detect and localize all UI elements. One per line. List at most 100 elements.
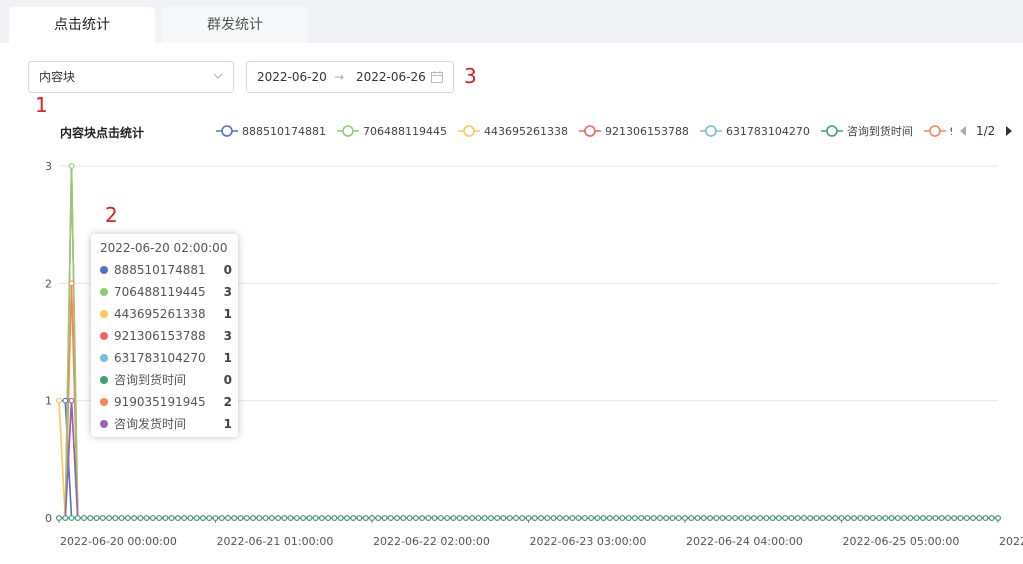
data-point xyxy=(513,515,519,521)
data-point xyxy=(870,515,876,521)
data-point xyxy=(700,515,707,521)
data-point xyxy=(757,515,763,521)
data-point xyxy=(938,515,945,521)
data-point xyxy=(938,515,945,521)
legend-marker xyxy=(584,125,596,137)
tooltip-row: 888510174881 0 xyxy=(100,261,232,279)
data-point xyxy=(788,515,795,521)
data-point xyxy=(218,515,225,521)
data-point xyxy=(325,515,331,521)
data-point xyxy=(369,515,375,521)
data-point xyxy=(763,515,770,521)
data-point xyxy=(644,515,651,521)
data-point xyxy=(876,515,882,521)
data-point xyxy=(337,515,344,521)
data-point xyxy=(600,515,607,521)
data-point xyxy=(588,515,594,521)
data-point xyxy=(262,515,269,521)
legend-marker xyxy=(826,125,838,137)
annotation-1: 1 xyxy=(35,93,48,117)
legend-item[interactable]: 921306153788 xyxy=(578,125,689,138)
data-point xyxy=(531,515,538,521)
data-point xyxy=(118,515,125,521)
data-point xyxy=(519,515,526,521)
data-point xyxy=(112,515,119,521)
data-point xyxy=(175,515,181,521)
data-point xyxy=(62,515,69,521)
data-point xyxy=(557,515,563,521)
data-point xyxy=(237,515,244,521)
data-point xyxy=(801,515,807,521)
data-point xyxy=(187,515,194,521)
data-point xyxy=(200,515,206,521)
data-point xyxy=(926,515,932,521)
legend-item[interactable]: 631783104270 xyxy=(699,125,810,138)
data-point xyxy=(575,515,582,521)
date-end[interactable]: 2022-06-26 xyxy=(356,62,426,92)
data-point xyxy=(682,515,688,521)
data-point xyxy=(262,515,269,521)
tab-broadcast-stats[interactable]: 群发统计 xyxy=(162,7,308,43)
legend-item[interactable]: 咨询到货时间 xyxy=(820,124,913,138)
data-point xyxy=(131,515,137,521)
data-point xyxy=(557,515,563,521)
data-point xyxy=(463,515,469,521)
data-point xyxy=(838,515,845,521)
data-point xyxy=(131,515,137,521)
data-point xyxy=(369,515,375,521)
data-point xyxy=(776,515,782,521)
data-point xyxy=(663,515,670,521)
data-point xyxy=(688,515,695,521)
data-point xyxy=(125,515,131,521)
data-point xyxy=(375,515,382,521)
data-point xyxy=(882,515,889,521)
data-point xyxy=(193,515,200,521)
data-point xyxy=(312,515,319,521)
data-point xyxy=(419,515,425,521)
data-point xyxy=(112,515,119,521)
tab-click-stats[interactable]: 点击统计 xyxy=(9,7,155,43)
legend-item[interactable]: 443695261338 xyxy=(457,125,568,138)
calendar-icon xyxy=(431,71,443,83)
data-point xyxy=(813,515,820,521)
legend-item[interactable]: 888510174881 xyxy=(216,125,326,138)
tooltip-series-value: 0 xyxy=(223,263,232,277)
data-point xyxy=(694,515,701,521)
data-point xyxy=(481,515,488,521)
data-point xyxy=(901,515,907,521)
date-range-picker[interactable]: 2022-06-20 → 2022-06-26 xyxy=(246,61,454,93)
data-point xyxy=(125,515,131,521)
data-point xyxy=(394,515,400,521)
data-point xyxy=(444,515,450,521)
x-tick-label: 2022-06-26 06:00:00 xyxy=(999,535,1023,548)
data-point xyxy=(150,515,156,521)
data-point xyxy=(200,515,206,521)
data-point xyxy=(982,515,989,521)
legend-next-icon[interactable] xyxy=(1004,125,1014,137)
content-type-select[interactable]: 内容块 xyxy=(28,61,234,93)
data-point xyxy=(56,515,62,521)
data-point xyxy=(538,515,544,521)
data-point xyxy=(688,515,695,521)
data-point xyxy=(776,515,782,521)
date-start[interactable]: 2022-06-20 xyxy=(257,62,327,92)
data-point xyxy=(463,515,469,521)
data-point xyxy=(387,515,394,521)
data-point xyxy=(988,515,995,521)
legend-prev-icon[interactable] xyxy=(958,125,968,137)
data-point xyxy=(337,515,344,521)
data-point xyxy=(162,515,169,521)
legend-item[interactable]: 706488119445 xyxy=(336,125,447,138)
data-point xyxy=(675,515,682,521)
tooltip-series-value: 0 xyxy=(223,373,232,387)
data-point xyxy=(970,515,976,521)
data-point xyxy=(362,515,369,521)
data-point xyxy=(319,515,325,521)
data-point xyxy=(976,515,983,521)
data-point xyxy=(162,515,169,521)
data-point xyxy=(356,515,363,521)
tooltip-row: 咨询到货时间 0 xyxy=(100,371,232,389)
data-point xyxy=(450,515,457,521)
data-point xyxy=(325,515,331,521)
data-point xyxy=(450,515,457,521)
